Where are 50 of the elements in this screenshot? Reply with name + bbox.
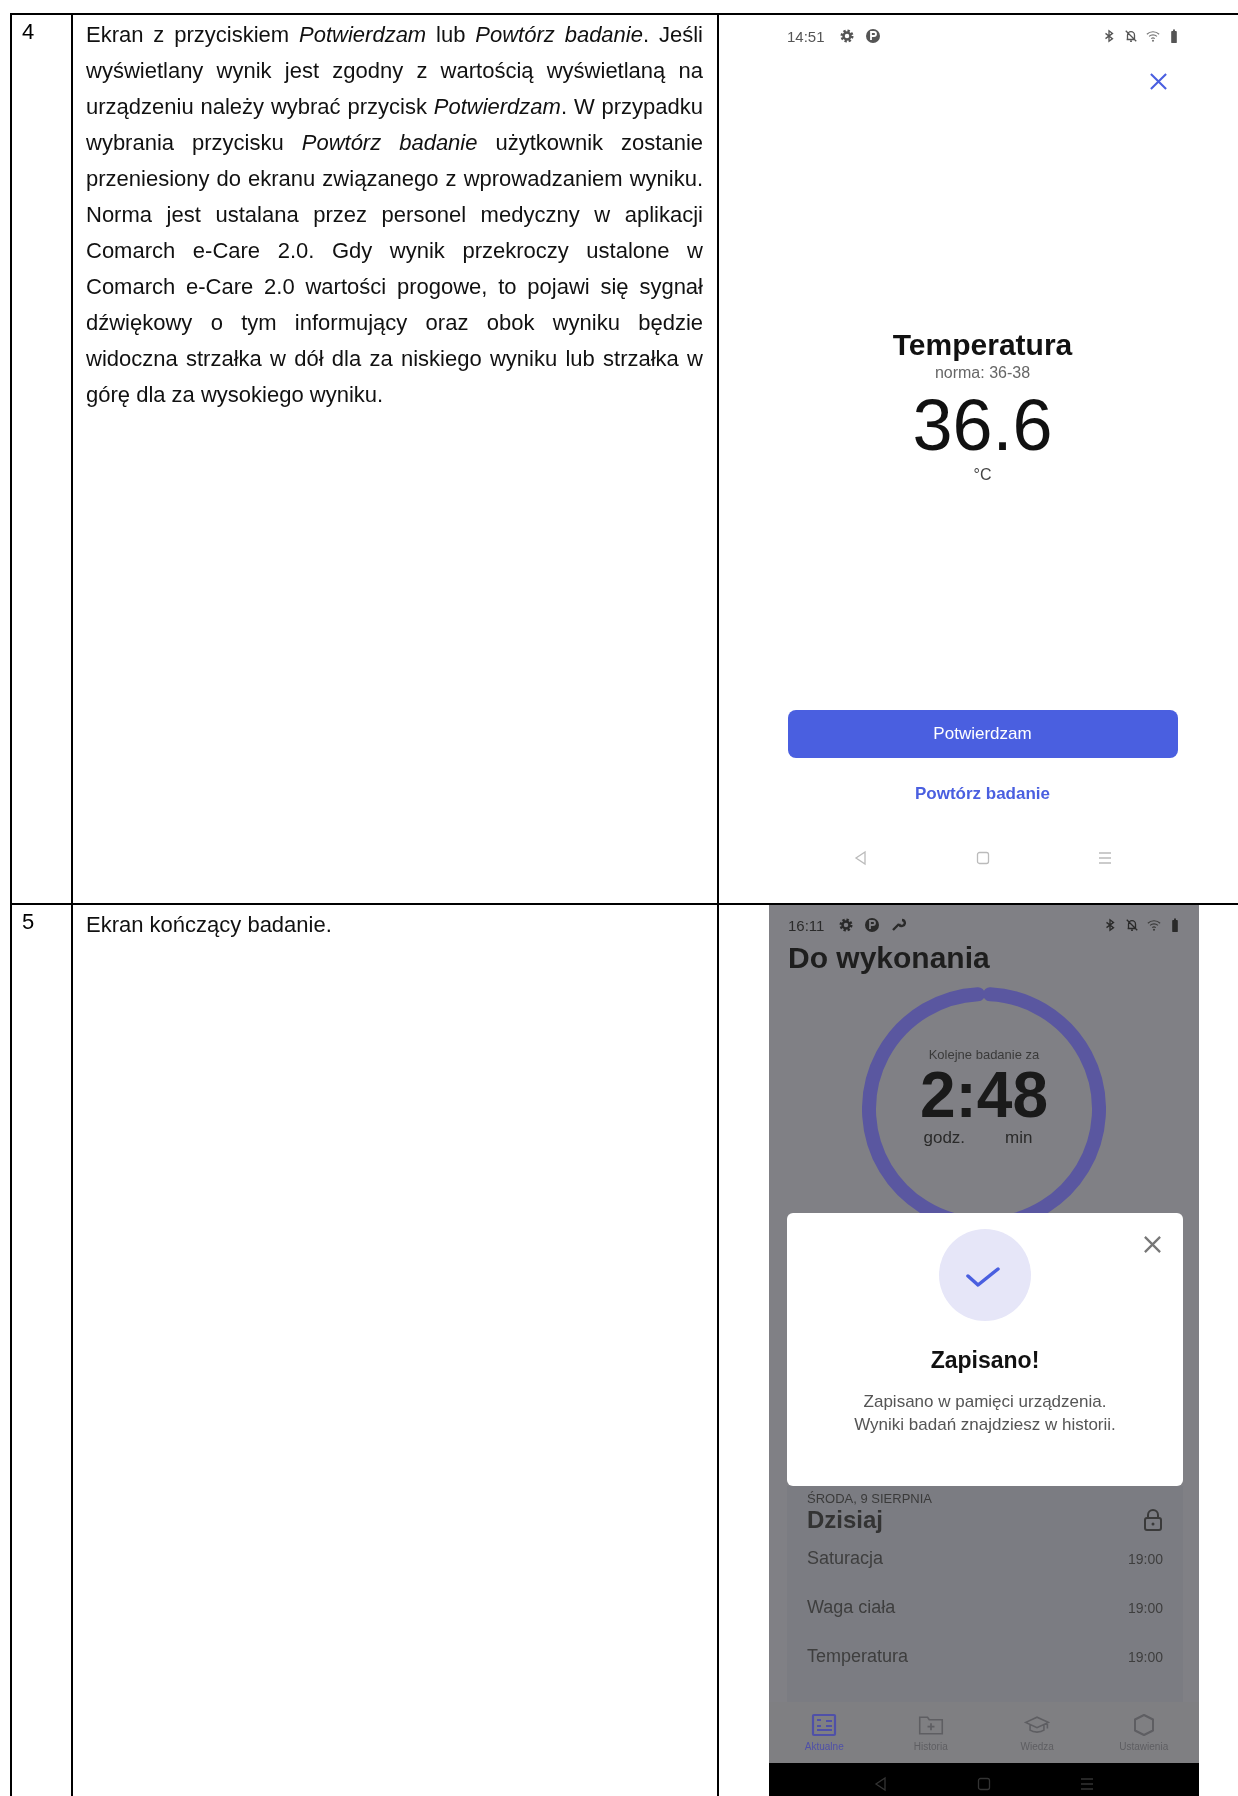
status-time: 16:11 (788, 916, 825, 934)
task-time: 19:00 (1127, 1648, 1163, 1665)
bell-off-icon (1124, 29, 1138, 43)
dialog-title: Zapisano! (930, 1347, 1040, 1374)
measurement-title: Temperatura (892, 328, 1073, 362)
bell-off-icon (1125, 918, 1139, 932)
repeat-link[interactable]: Powtórz badanie (914, 784, 1051, 804)
menu-icon[interactable] (1079, 1776, 1096, 1792)
folder-plus-icon (917, 1713, 944, 1737)
row-number: 4 (22, 19, 35, 44)
countdown-value: 2:48 (919, 1062, 1049, 1128)
home-icon[interactable] (974, 850, 991, 866)
confirm-button[interactable]: Potwierdzam (787, 710, 1178, 758)
row-number: 5 (22, 909, 35, 934)
bluetooth-icon (1102, 29, 1116, 43)
gear-icon (838, 28, 855, 44)
minutes-label: min (1005, 1128, 1033, 1148)
lock-icon (1143, 1508, 1163, 1532)
close-icon[interactable] (1143, 1235, 1162, 1254)
unit-label: °C (973, 466, 992, 484)
task-time: 19:00 (1127, 1599, 1163, 1616)
card-icon (811, 1713, 838, 1737)
wifi-icon (1147, 918, 1161, 932)
wifi-icon (1146, 29, 1160, 43)
circle-p-icon (864, 28, 881, 44)
screen-title: Do wykonania (787, 941, 991, 975)
home-icon[interactable] (976, 1776, 992, 1792)
date-label: ŚRODA, 9 SIERPNIA (807, 1491, 933, 1506)
battery-icon (1170, 28, 1178, 44)
countdown-label: Kolejne badanie za (928, 1047, 1040, 1062)
gear-icon (838, 917, 855, 933)
close-icon[interactable] (1149, 72, 1168, 91)
bluetooth-icon (1103, 918, 1117, 932)
description-paragraph: Ekran z przyciskiem Potwierdzam lub Powtórz badanie. Jeśli wyświetlany wynik jest zgodny z wartością wyświetlaną na urządzeniu należy wybrać przycisk Potwierdzam. W przypadku wybrania przycisku Powtórz badanie użytkownik zostanie przeniesiony do ekranu związanego z wprowadzaniem wyniku. Norma jest ustalana przez personel medyczny w aplikacji Comarch e-Care 2.0. Gdy wynik przekroczy ustalone w Comarch e-Care 2.0 wartości progowe, to pojawi się sygnał dźwiękowy o tym informujący oraz obok wyniku będzie widoczna strzałka w dół dla za niskiego wyniku lub strzałka w górę dla za wysokiego wyniku. (86, 21, 703, 409)
day-title: Dzisiaj (807, 1506, 884, 1534)
checkmark-icon (939, 1229, 1031, 1321)
status-time: 14:51 (787, 27, 825, 45)
measurement-value: 36.6 (912, 384, 1053, 466)
dialog-message: Zapisano w pamięci urządzenia. (863, 1391, 1107, 1413)
task-name[interactable]: Temperatura (807, 1646, 909, 1667)
task-time: 19:00 (1127, 1550, 1163, 1567)
description-paragraph: Ekran kończący badanie. (86, 911, 333, 939)
circle-p-icon (864, 917, 881, 933)
hours-label: godz. (923, 1128, 966, 1148)
menu-icon[interactable] (1096, 850, 1113, 866)
dialog-message: Wyniki badań znajdziesz w historii. (854, 1414, 1116, 1436)
norm-range: norma: 36-38 (934, 364, 1031, 382)
task-name[interactable]: Saturacja (807, 1548, 884, 1569)
battery-icon (1171, 917, 1179, 933)
task-name[interactable]: Waga ciała (807, 1597, 896, 1618)
